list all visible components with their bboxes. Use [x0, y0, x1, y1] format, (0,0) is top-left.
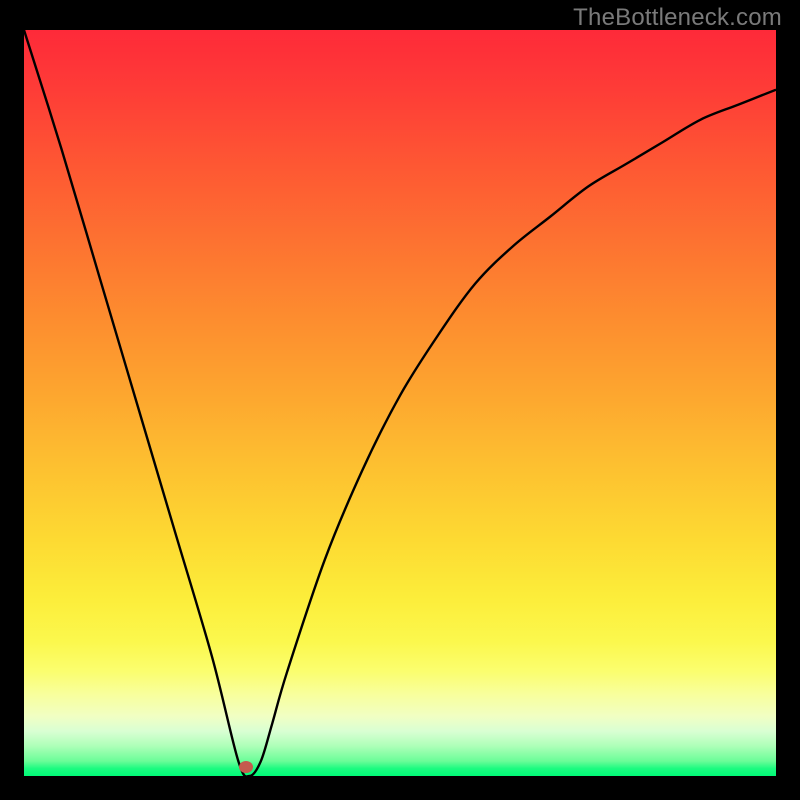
optimum-marker	[239, 761, 253, 773]
curve-svg	[24, 30, 776, 776]
plot-area	[24, 30, 776, 776]
chart-container: TheBottleneck.com	[0, 0, 800, 800]
watermark-text: TheBottleneck.com	[573, 4, 782, 32]
bottleneck-curve-path	[24, 30, 776, 776]
